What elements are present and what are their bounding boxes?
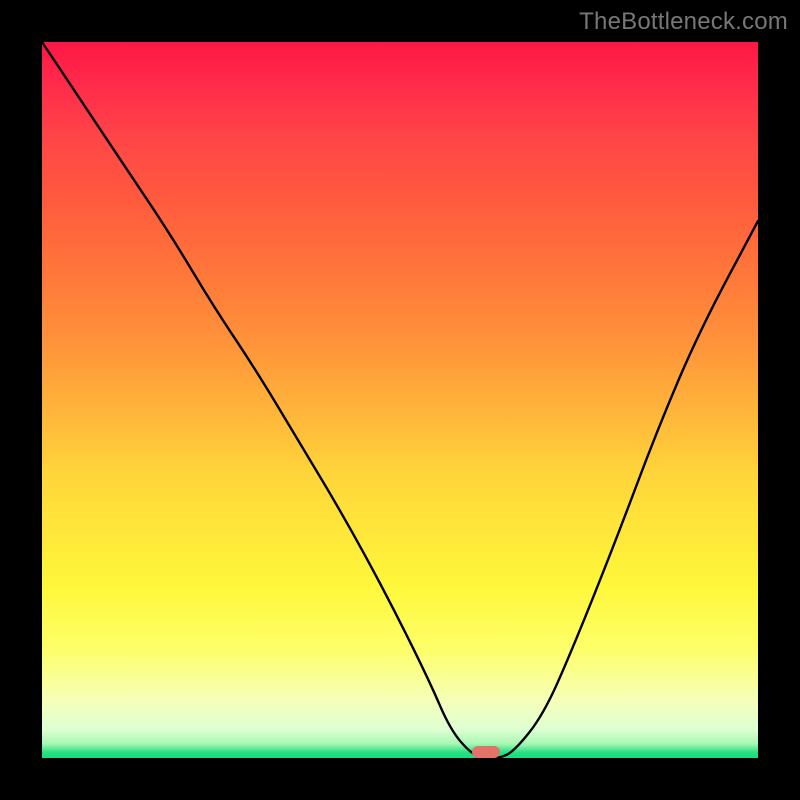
chart-frame: TheBottleneck.com: [0, 0, 800, 800]
bottleneck-curve: [42, 42, 758, 758]
curve-svg: [42, 42, 758, 758]
optimum-marker: [472, 746, 500, 758]
plot-area: [42, 42, 758, 758]
watermark-label: TheBottleneck.com: [579, 8, 788, 36]
